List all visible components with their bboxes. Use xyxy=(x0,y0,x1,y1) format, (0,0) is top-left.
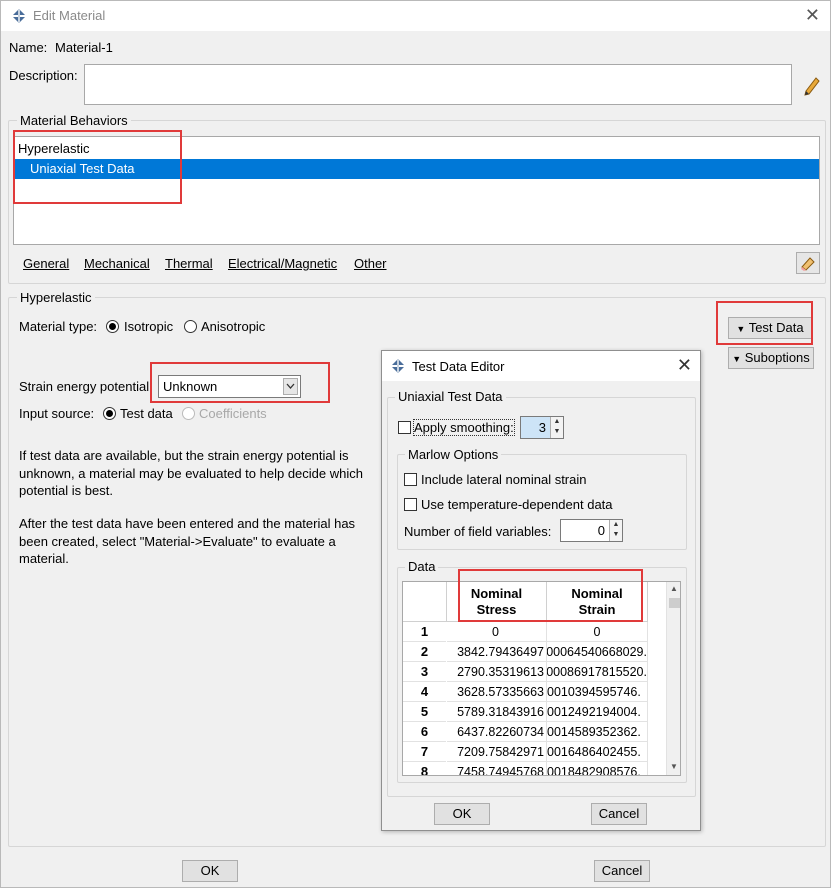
name-value: Material-1 xyxy=(55,40,113,55)
edit-material-window: Edit Material ✕ Name: Material-1 Descrip… xyxy=(0,0,831,888)
material-behaviors-title: Material Behaviors xyxy=(17,113,131,128)
table-cell-stress[interactable]: 6437.82260734 xyxy=(447,722,547,742)
up-arrow-icon[interactable]: ▲ xyxy=(610,520,622,530)
table-cell-strain[interactable]: .0010394595746 xyxy=(547,682,648,702)
row-number: 6 xyxy=(403,722,446,742)
table-corner xyxy=(403,582,447,622)
description-label: Description: xyxy=(9,68,78,83)
editor-ok-button[interactable]: OK xyxy=(434,803,490,825)
down-arrow-icon[interactable]: ▼ xyxy=(610,530,622,540)
test-data-radio-label: Test data xyxy=(120,406,173,421)
dropdown-arrow-icon: ▼ xyxy=(732,354,742,364)
table-cell-stress[interactable]: 2790.35319613 xyxy=(447,662,547,682)
isotropic-radio[interactable] xyxy=(106,320,119,333)
abaqus-app-icon xyxy=(391,359,405,373)
table-cell-stress[interactable]: 3842.79436497 xyxy=(447,642,547,662)
scroll-down-icon[interactable]: ▼ xyxy=(670,762,678,771)
info-text-1: If test data are available, but the stra… xyxy=(19,448,363,498)
eraser-icon xyxy=(801,257,815,271)
menu-thermal[interactable]: Thermal xyxy=(165,256,213,271)
material-type-label: Material type: xyxy=(19,319,98,334)
behaviors-list: Hyperelastic Uniaxial Test Data xyxy=(13,136,820,245)
anisotropic-radio[interactable] xyxy=(184,320,197,333)
menu-general[interactable]: General xyxy=(23,256,69,271)
close-icon[interactable]: ✕ xyxy=(805,5,820,26)
input-source-label: Input source: xyxy=(19,406,95,421)
row-number: 3 xyxy=(403,662,446,682)
dialog-title-bar: Test Data Editor ✕ xyxy=(382,351,700,381)
scroll-thumb[interactable] xyxy=(669,598,680,608)
strain-energy-label: Strain energy potential: xyxy=(19,379,153,394)
table-cell-stress[interactable]: 3628.57335663 xyxy=(447,682,547,702)
smoothing-spinner[interactable]: 3 ▲ ▼ xyxy=(520,416,564,439)
table-cell-stress[interactable]: 5789.31843916 xyxy=(447,702,547,722)
table-scrollbar[interactable]: ▲ ▼ xyxy=(666,582,680,775)
menu-electrical-magnetic[interactable]: Electrical/Magnetic xyxy=(228,256,337,271)
description-field[interactable] xyxy=(84,64,792,105)
row-number: 7 xyxy=(403,742,446,762)
menu-other[interactable]: Other xyxy=(354,256,387,271)
field-variables-label: Number of field variables: xyxy=(404,524,552,539)
table-cell-strain[interactable]: .00086917815520 xyxy=(547,662,648,682)
uniaxial-group-title: Uniaxial Test Data xyxy=(395,389,506,404)
apply-smoothing-checkbox[interactable] xyxy=(398,421,411,434)
column-header-stress[interactable]: Nominal Stress xyxy=(447,582,547,622)
isotropic-label: Isotropic xyxy=(124,319,174,334)
table-cell-stress[interactable]: 0 xyxy=(447,622,547,642)
editor-cancel-button[interactable]: Cancel xyxy=(591,803,647,825)
list-item-uniaxial-test-data[interactable]: Uniaxial Test Data xyxy=(14,159,819,179)
info-text-2: After the test data have been entered an… xyxy=(19,516,356,566)
marlow-options-title: Marlow Options xyxy=(405,447,502,462)
row-number: 4 xyxy=(403,682,446,702)
table-cell-stress[interactable]: 7209.75842971 xyxy=(447,742,547,762)
table-cell-strain[interactable]: .0018482908576 xyxy=(547,762,648,775)
table-cell-stress[interactable]: 7458.74945768 xyxy=(447,762,547,775)
test-data-button[interactable]: ▼ Test Data xyxy=(728,317,812,339)
coefficients-radio-label: Coefficients xyxy=(199,406,267,421)
column-header-strain[interactable]: Nominal Strain xyxy=(547,582,648,622)
dropdown-arrow-icon: ▼ xyxy=(736,324,746,334)
table-cell-strain[interactable]: 0 xyxy=(547,622,648,642)
row-number: 8 xyxy=(403,762,446,775)
ok-button[interactable]: OK xyxy=(182,860,238,882)
scroll-up-icon[interactable]: ▲ xyxy=(670,584,678,593)
test-data-radio[interactable] xyxy=(103,407,116,420)
window-title: Edit Material xyxy=(33,8,106,23)
table-cell-strain[interactable]: .00064540668029 xyxy=(547,642,648,662)
coefficients-radio[interactable] xyxy=(182,407,195,420)
anisotropic-label: Anisotropic xyxy=(201,319,266,334)
pencil-icon[interactable] xyxy=(801,74,823,96)
suboptions-button[interactable]: ▼ Suboptions xyxy=(728,347,814,369)
title-bar: Edit Material ✕ xyxy=(1,1,830,31)
data-group-title: Data xyxy=(405,559,439,574)
field-variables-spinner[interactable]: 0 ▲ ▼ xyxy=(560,519,623,542)
name-label: Name: xyxy=(9,40,48,55)
temperature-dependent-checkbox[interactable] xyxy=(404,498,417,511)
hyperelastic-title: Hyperelastic xyxy=(17,290,95,305)
strain-energy-select[interactable]: Unknown xyxy=(158,375,301,398)
chevron-down-icon xyxy=(283,378,298,395)
row-number: 5 xyxy=(403,702,446,722)
list-item-hyperelastic[interactable]: Hyperelastic xyxy=(14,139,819,159)
data-table: Nominal Stress Nominal Strain 1 0 0 2 3842.794… xyxy=(402,581,681,776)
abaqus-app-icon xyxy=(12,9,26,23)
lateral-strain-label: Include lateral nominal strain xyxy=(421,472,587,487)
row-number: 2 xyxy=(403,642,446,662)
close-icon[interactable]: ✕ xyxy=(677,355,692,376)
menu-mechanical[interactable]: Mechanical xyxy=(84,256,150,271)
up-arrow-icon[interactable]: ▲ xyxy=(551,417,563,427)
down-arrow-icon[interactable]: ▼ xyxy=(551,427,563,437)
dialog-title: Test Data Editor xyxy=(412,359,505,374)
table-cell-strain[interactable]: .0016486402455 xyxy=(547,742,648,762)
temperature-dependent-label: Use temperature-dependent data xyxy=(421,497,613,512)
table-cell-strain[interactable]: .0012492194004 xyxy=(547,702,648,722)
cancel-button[interactable]: Cancel xyxy=(594,860,650,882)
apply-smoothing-label: Apply smoothing: xyxy=(413,419,515,436)
lateral-strain-checkbox[interactable] xyxy=(404,473,417,486)
row-number: 1 xyxy=(403,622,446,642)
delete-behavior-button[interactable] xyxy=(796,252,820,274)
table-cell-strain[interactable]: .0014589352362 xyxy=(547,722,648,742)
